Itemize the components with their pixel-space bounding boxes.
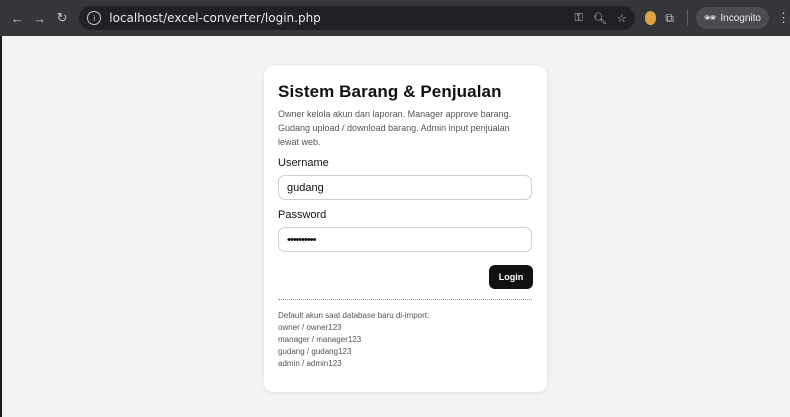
- page-title: Sistem Barang & Penjualan: [278, 82, 502, 101]
- default-accounts-info: Default akun saat database baru di-impor…: [278, 310, 533, 370]
- account-line-manager: manager / manager123: [278, 335, 362, 344]
- browser-toolbar: ← → ↻ i localhost/excel-converter/login.…: [0, 0, 790, 36]
- back-icon[interactable]: ←: [8, 7, 26, 29]
- username-input[interactable]: gudang: [278, 175, 532, 200]
- account-line-admin: admin / admin123: [278, 359, 342, 368]
- page-description: Owner kelola akun dan laporan. Manager a…: [278, 109, 512, 147]
- address-bar[interactable]: i localhost/excel-converter/login.php ⚿ …: [79, 6, 635, 30]
- url-text[interactable]: localhost/excel-converter/login.php: [109, 11, 321, 25]
- password-label: Password: [278, 209, 327, 221]
- extension-icon[interactable]: [644, 11, 657, 25]
- incognito-label: Incognito: [720, 12, 761, 24]
- button-row: Login: [278, 265, 533, 289]
- account-line-gudang: gudang / gudang123: [278, 347, 352, 356]
- toolbar-divider: [686, 10, 688, 26]
- site-info-icon[interactable]: i: [87, 11, 102, 25]
- zoom-icon[interactable]: 🔍︎: [593, 12, 607, 25]
- login-card: Sistem Barang & Penjualan Owner kelola a…: [264, 66, 547, 392]
- browser-menu-icon[interactable]: ⋮: [777, 10, 790, 26]
- incognito-icon: 🕶︎: [703, 12, 717, 24]
- extensions-puzzle-icon[interactable]: ⧉: [660, 7, 678, 29]
- forward-icon[interactable]: →: [30, 7, 48, 29]
- info-heading: Default akun saat database baru di-impor…: [278, 311, 430, 320]
- username-label: Username: [278, 157, 329, 169]
- bookmark-star-icon[interactable]: ☆: [617, 12, 627, 25]
- password-key-icon[interactable]: ⚿: [574, 12, 582, 25]
- divider: [278, 299, 532, 300]
- login-button[interactable]: Login: [489, 265, 533, 289]
- incognito-badge[interactable]: 🕶︎ Incognito: [695, 7, 769, 29]
- account-line-owner: owner / owner123: [278, 323, 342, 332]
- reload-icon[interactable]: ↻: [53, 7, 71, 29]
- password-input[interactable]: ••••••••••: [278, 227, 532, 252]
